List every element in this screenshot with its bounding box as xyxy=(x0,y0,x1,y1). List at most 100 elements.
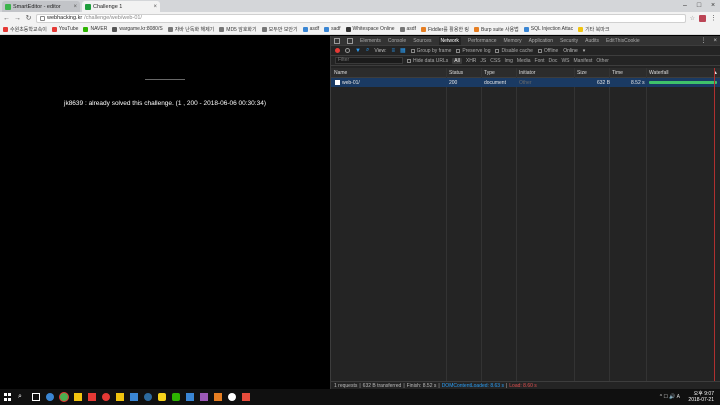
tab-challenge-1[interactable]: Challenge 1 × xyxy=(82,1,160,12)
bookmark-item[interactable]: Fiddler를 활용한 링 xyxy=(420,26,469,33)
filter-font[interactable]: Font xyxy=(535,58,545,64)
app-icon[interactable] xyxy=(186,393,194,401)
col-time[interactable]: Time xyxy=(612,70,623,76)
bookmark-item[interactable]: Whitespace Online xyxy=(345,26,395,32)
close-window-icon[interactable]: × xyxy=(706,0,720,12)
app-icon[interactable] xyxy=(200,393,208,401)
bookmark-item[interactable]: YouTube xyxy=(51,26,78,32)
filter-img[interactable]: Img xyxy=(505,58,513,64)
search-icon[interactable]: ⌕ xyxy=(18,393,26,401)
chevron-down-icon[interactable]: ▾ xyxy=(583,48,586,54)
bookmark-item[interactable]: 모두만 보안기 xyxy=(261,26,298,33)
filter-css[interactable]: CSS xyxy=(490,58,500,64)
clock[interactable]: 오후 9:07 2018-07-21 xyxy=(688,391,714,403)
group-by-frame-checkbox[interactable]: Group by frame xyxy=(410,48,451,54)
col-initiator[interactable]: Initiator xyxy=(519,70,535,76)
edge-icon[interactable] xyxy=(46,393,54,401)
system-tray[interactable]: ^ ☐ 🔊 A xyxy=(660,394,680,400)
filter-doc[interactable]: Doc xyxy=(549,58,558,64)
filter-xhr[interactable]: XHR xyxy=(466,58,477,64)
mcafee-icon[interactable] xyxy=(88,393,96,401)
search-icon[interactable]: ⌕ xyxy=(366,47,369,54)
filter-input[interactable]: Filter xyxy=(335,57,403,64)
steam-icon[interactable] xyxy=(144,393,152,401)
screenshot-view-icon[interactable]: ▦ xyxy=(400,47,406,54)
record-icon[interactable] xyxy=(335,48,340,53)
bookmark-item[interactable]: SQL Injection Attac xyxy=(523,26,573,32)
bookmark-item[interactable]: sadf xyxy=(324,26,341,32)
bookmark-item[interactable]: MD5 암호화기 xyxy=(219,26,257,33)
col-waterfall[interactable]: Waterfall xyxy=(649,70,669,76)
filter-ws[interactable]: WS xyxy=(561,58,569,64)
address-bar[interactable]: webhacking.kr/challenge/web/web-01/ xyxy=(36,13,686,23)
separator: | xyxy=(359,382,361,389)
col-name[interactable]: Name xyxy=(334,70,347,76)
tab-performance[interactable]: Performance xyxy=(468,38,497,44)
throttle-select[interactable]: Online xyxy=(563,48,577,54)
bookmark-item[interactable]: 자바 난독화 해제기 xyxy=(167,26,214,33)
filter-manifest[interactable]: Manifest xyxy=(574,58,593,64)
device-toggle-icon[interactable] xyxy=(347,37,353,44)
tab-smarteditor[interactable]: SmartEditor - editor × xyxy=(2,1,80,12)
filter-media[interactable]: Media xyxy=(517,58,531,64)
col-size[interactable]: Size xyxy=(577,70,587,76)
bookmark-item[interactable]: 기타 북마크 xyxy=(578,26,609,33)
bookmark-item[interactable]: asdf xyxy=(302,26,319,32)
bookmark-item[interactable]: Burp suite 사용법 xyxy=(474,26,519,33)
filter-other[interactable]: Other xyxy=(596,58,609,64)
tab-network[interactable]: Network xyxy=(438,36,461,45)
offline-checkbox[interactable]: Offline xyxy=(537,48,558,54)
bookmark-item[interactable]: NAVER xyxy=(83,26,107,32)
folder-icon[interactable] xyxy=(116,393,124,401)
filter-icon[interactable]: ▼ xyxy=(355,48,361,54)
bookmark-item[interactable]: wargame.kr:8080/S xyxy=(112,26,163,32)
tab-memory[interactable]: Memory xyxy=(504,38,522,44)
tab-security[interactable]: Security xyxy=(560,38,578,44)
col-status[interactable]: Status xyxy=(449,70,463,76)
app-icon[interactable] xyxy=(102,393,110,401)
reload-icon[interactable]: ↻ xyxy=(25,14,32,22)
tab-audits[interactable]: Audits xyxy=(585,38,599,44)
chrome-icon[interactable] xyxy=(60,393,68,401)
tab-application[interactable]: Application xyxy=(529,38,553,44)
bookmark-star-icon[interactable]: ☆ xyxy=(690,15,695,22)
close-icon[interactable]: × xyxy=(73,4,77,10)
extension-icon[interactable] xyxy=(699,14,706,22)
app-icon[interactable] xyxy=(242,393,250,401)
network-status-bar: 1 requests | 632 B transferred | Finish: 8… xyxy=(331,381,720,389)
kakaotalk-icon[interactable] xyxy=(158,393,166,401)
inspect-icon[interactable] xyxy=(334,37,340,44)
maximize-icon[interactable]: □ xyxy=(692,0,706,12)
col-type[interactable]: Type xyxy=(484,70,495,76)
menu-icon[interactable]: ⋮ xyxy=(710,14,717,22)
filter-all[interactable]: All xyxy=(452,57,462,64)
close-icon[interactable]: × xyxy=(713,38,717,44)
preserve-log-checkbox[interactable]: Preserve log xyxy=(456,48,490,54)
separator: | xyxy=(438,382,440,389)
file-explorer-icon[interactable] xyxy=(74,393,82,401)
close-icon[interactable]: × xyxy=(153,4,157,10)
tab-editthiscookie[interactable]: EditThisCookie xyxy=(606,38,640,44)
info-icon[interactable] xyxy=(40,15,45,21)
tab-sources[interactable]: Sources xyxy=(413,38,431,44)
line-icon[interactable] xyxy=(172,393,180,401)
store-icon[interactable] xyxy=(130,393,138,401)
bookmark-item[interactable]: 수원초등학교속이 xyxy=(3,26,47,33)
windows-start-icon[interactable] xyxy=(4,393,12,401)
minimize-icon[interactable]: – xyxy=(678,0,692,12)
list-view-icon[interactable]: ≡ xyxy=(391,48,395,54)
task-view-icon[interactable] xyxy=(32,393,40,401)
forward-arrow-icon[interactable]: → xyxy=(14,15,21,22)
more-icon[interactable]: ⋮ xyxy=(700,37,706,44)
app-icon[interactable] xyxy=(214,393,222,401)
filter-js[interactable]: JS xyxy=(480,58,486,64)
folder-icon xyxy=(578,26,584,32)
hide-data-urls-checkbox[interactable]: Hide data URLs xyxy=(407,58,448,64)
disable-cache-checkbox[interactable]: Disable cache xyxy=(495,48,533,54)
app-icon[interactable] xyxy=(228,393,236,401)
back-arrow-icon[interactable]: ← xyxy=(3,15,10,22)
tab-console[interactable]: Console xyxy=(388,38,406,44)
tab-elements[interactable]: Elements xyxy=(360,38,381,44)
clear-icon[interactable] xyxy=(345,48,350,53)
bookmark-item[interactable]: asdf xyxy=(399,26,416,32)
